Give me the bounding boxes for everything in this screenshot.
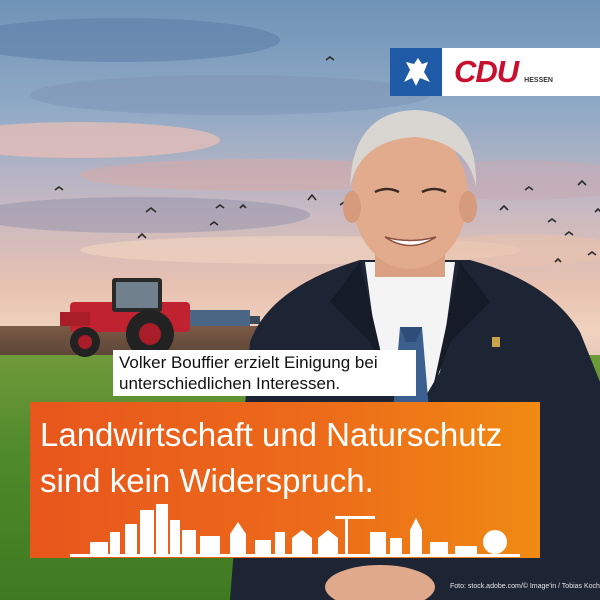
city-skyline-icon — [70, 504, 520, 557]
campaign-poster: CDU HESSEN Volker Bouffier erzielt Einig… — [0, 0, 600, 600]
cdu-wordmark: CDU — [454, 54, 519, 89]
headline-line-1: Landwirtschaft und Naturschutz — [40, 416, 503, 453]
subheadline-line-2: unterschiedlichen Interessen. — [119, 374, 341, 393]
headline-line-2: sind kein Widerspruch. — [40, 462, 374, 499]
subheadline-line-1: Volker Bouffier erzielt Einigung bei — [119, 353, 378, 372]
cdu-hessen-logo: CDU HESSEN — [390, 48, 600, 96]
region-label: HESSEN — [524, 76, 553, 84]
subheadline-box: Volker Bouffier erzielt Einigung bei unt… — [113, 350, 416, 396]
photo-credit: Foto: stock.adobe.com/© Image'in / Tobia… — [450, 583, 600, 590]
hessen-lion-icon — [390, 48, 442, 96]
headline-banner: Landwirtschaft und Naturschutz sind kein… — [30, 402, 540, 558]
